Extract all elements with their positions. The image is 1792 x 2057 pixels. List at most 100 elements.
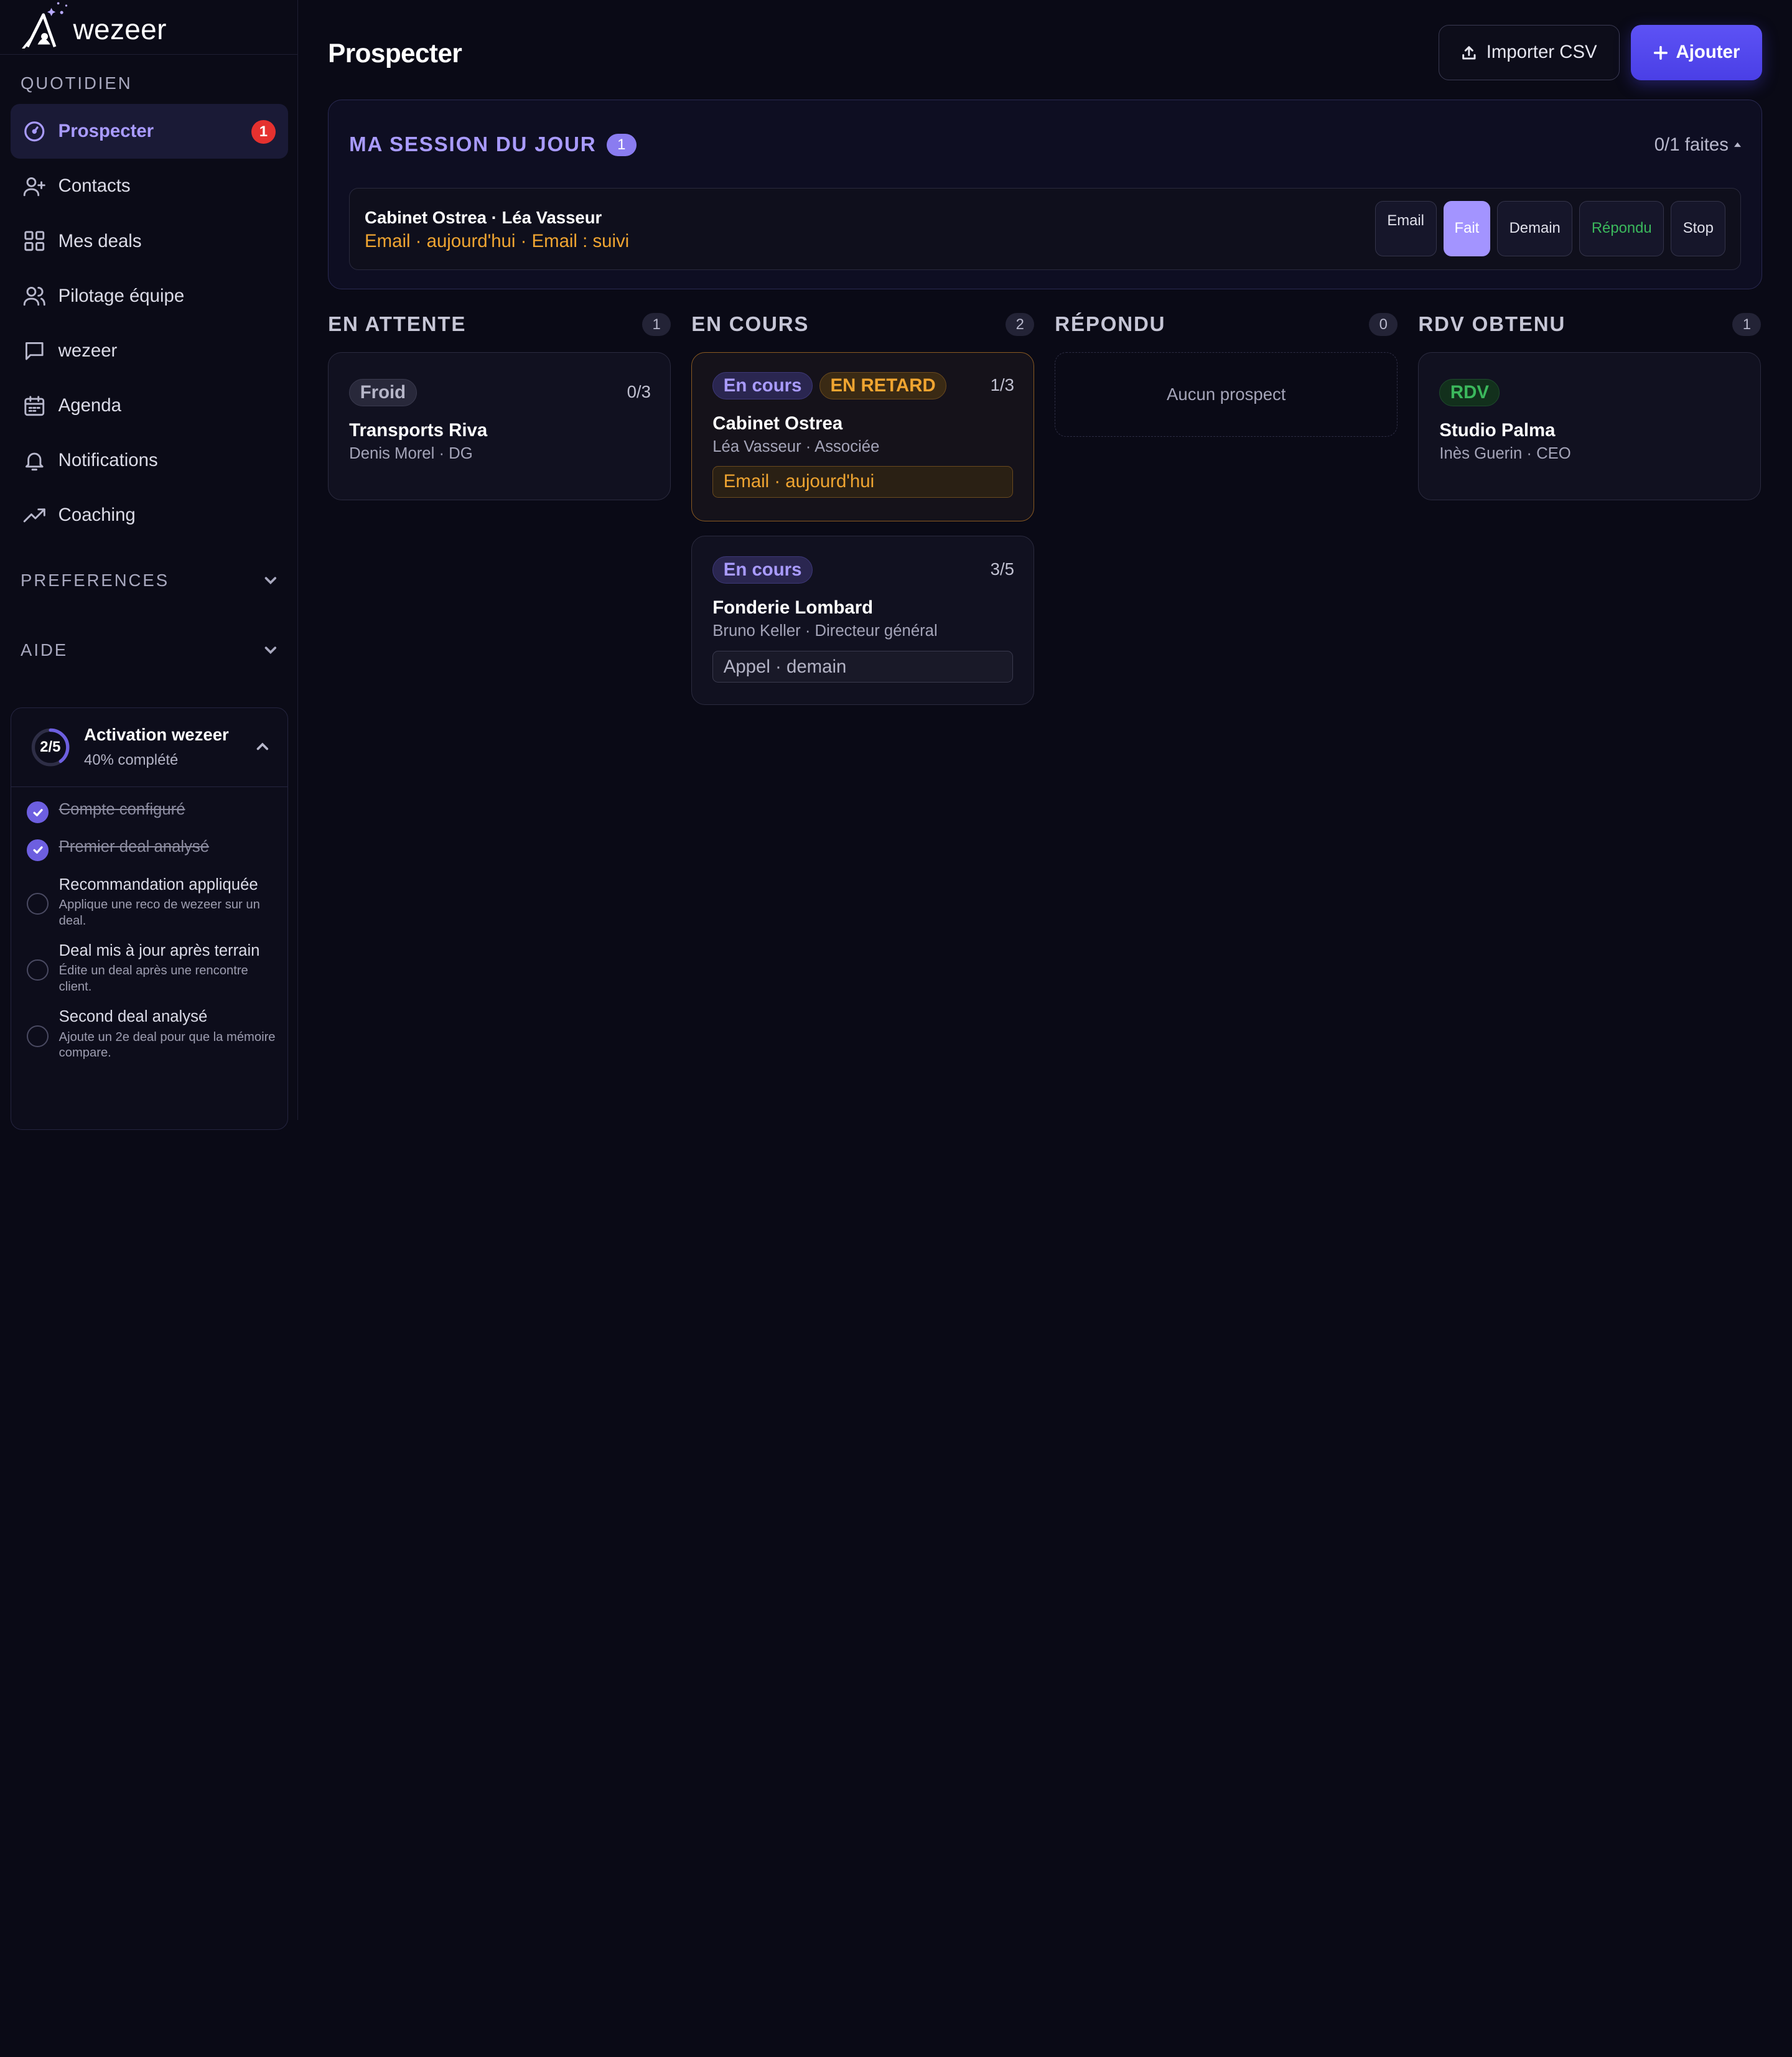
checklist-item[interactable]: Compte configuré [27, 801, 287, 824]
import-csv-label: Importer CSV [1486, 42, 1597, 63]
prospect-card-transports-riva[interactable]: Froid 0/3 Transports Riva Denis Morel · … [328, 352, 671, 501]
trending-up-icon [22, 503, 47, 528]
step-counter: 0/3 [627, 382, 651, 402]
empty-column-placeholder: Aucun prospect [1055, 352, 1398, 437]
column-header-rdv-obtenu: RDV OBTENU 1 [1418, 311, 1762, 338]
activation-subtitle: 40% complété [84, 752, 179, 769]
tomorrow-button[interactable]: Demain [1497, 201, 1573, 256]
brand-logo[interactable]: wezeer [0, 0, 298, 55]
checklist-item[interactable]: Second deal analysé Ajoute un 2e deal po… [27, 1008, 287, 1061]
sidebar-item-label: Pilotage équipe [58, 285, 185, 306]
empty-circle-icon [27, 1025, 49, 1047]
session-task-meta: Email · aujourd'hui · Email : suivi [365, 231, 630, 252]
email-button[interactable]: Email [1374, 201, 1437, 256]
activation-progress-ring: 2/5 [30, 727, 70, 767]
prospect-card-cabinet-ostrea[interactable]: En cours EN RETARD 1/3 Cabinet Ostrea Lé… [691, 352, 1035, 521]
activation-header[interactable]: 2/5 Activation wezeer 40% complété [11, 708, 287, 787]
grid-icon [22, 228, 47, 253]
brand-name: wezeer [73, 13, 167, 46]
sidebar-item-agenda[interactable]: Agenda [11, 378, 288, 433]
sidebar-item-notifications[interactable]: Notifications [11, 433, 288, 488]
activation-progress-text: 2/5 [40, 738, 61, 755]
daily-session-count[interactable]: 0/1 faites [1654, 134, 1742, 156]
sidebar-item-prospecter[interactable]: Prospecter 1 [10, 104, 288, 159]
chat-icon [22, 338, 47, 363]
status-tag-in-progress: En cours [712, 371, 813, 399]
chevron-down-icon [265, 577, 277, 585]
column-title: RDV OBTENU [1418, 312, 1566, 336]
add-label: Ajouter [1676, 42, 1740, 63]
calendar-icon [22, 393, 47, 418]
checklist-item-title: Compte configuré [58, 800, 185, 818]
daily-session-count-text: 0/1 faites [1654, 134, 1729, 155]
section-toggle-preferences[interactable]: PREFERENCES [0, 563, 298, 597]
import-csv-button[interactable]: Importer CSV [1439, 25, 1620, 80]
daily-session-badge: 1 [606, 133, 637, 157]
column-title: EN COURS [691, 312, 810, 336]
sidebar-item-mes-deals[interactable]: Mes deals [11, 213, 288, 268]
stop-button[interactable]: Stop [1671, 201, 1726, 256]
checklist-item[interactable]: Premier deal analysé [27, 838, 287, 861]
status-tag-in-progress: En cours [712, 556, 813, 584]
section-toggle-aide[interactable]: AIDE [0, 633, 298, 668]
checklist-item[interactable]: Recommandation appliquée Applique une re… [27, 876, 287, 930]
plus-icon [1653, 45, 1668, 60]
section-label-aide: AIDE [21, 640, 68, 660]
done-button[interactable]: Fait [1443, 201, 1491, 256]
empty-circle-icon [27, 959, 49, 981]
sidebar-item-contacts[interactable]: Contacts [11, 159, 288, 213]
user-plus-icon [22, 174, 47, 198]
daily-session-title-row: MA SESSION DU JOUR 1 [349, 133, 637, 157]
prospect-contact: Bruno Keller · Directeur général [712, 622, 938, 640]
bell-icon [22, 448, 47, 473]
column-title: RÉPONDU [1055, 312, 1166, 336]
sidebar-item-label: Mes deals [58, 230, 142, 251]
session-task-actions: Email Fait Demain Répondu Stop [1374, 201, 1726, 256]
checklist-item[interactable]: Deal mis à jour après terrain Édite un d… [27, 942, 287, 996]
prospect-company: Cabinet Ostrea [712, 413, 843, 434]
daily-session-panel: MA SESSION DU JOUR 1 0/1 faites Cabinet … [328, 99, 1763, 289]
daily-session-title: MA SESSION DU JOUR [349, 133, 597, 157]
prospect-contact: Léa Vasseur · Associée [712, 438, 880, 456]
prospect-card-studio-palma[interactable]: RDV Studio Palma Inès Guerin · CEO [1418, 352, 1762, 501]
main-content: Prospecter Importer CSV Ajouter MA SESSI… [298, 0, 1792, 1120]
add-button[interactable]: Ajouter [1630, 25, 1763, 80]
column-count: 0 [1369, 313, 1398, 336]
sidebar-item-coaching[interactable]: Coaching [11, 488, 288, 543]
sidebar-item-label: Prospecter [58, 121, 154, 142]
prospect-card-fonderie-lombard[interactable]: En cours 3/5 Fonderie Lombard Bruno Kell… [691, 536, 1035, 706]
users-icon [22, 283, 47, 308]
activation-checklist: Compte configuré Premier deal analysé Re… [11, 787, 287, 1061]
sidebar-item-wezeer[interactable]: wezeer [11, 324, 288, 378]
prospect-contact: Inès Guerin · CEO [1439, 445, 1571, 463]
sidebar-item-pilotage-equipe[interactable]: Pilotage équipe [11, 269, 288, 324]
column-header-en-attente: EN ATTENTE 1 [328, 311, 671, 338]
column-header-repondu: RÉPONDU 0 [1055, 311, 1398, 338]
checklist-item-desc: Ajoute un 2e deal pour que la mémoire co… [58, 1030, 276, 1060]
next-action[interactable]: Email · aujourd'hui [712, 465, 1014, 498]
status-tag-meeting: RDV [1439, 378, 1500, 407]
checklist-item-title: Deal mis à jour après terrain [58, 941, 260, 959]
step-counter: 1/3 [990, 375, 1014, 395]
activation-title: Activation wezeer [84, 725, 229, 745]
checklist-item-desc: Édite un deal après une rencontre client… [58, 964, 248, 994]
chevron-up-icon[interactable] [254, 739, 271, 755]
sidebar: wezeer QUOTIDIEN Prospecter 1 Contacts M… [0, 0, 299, 1131]
column-title: EN ATTENTE [328, 312, 467, 336]
checklist-item-desc: Applique une reco de wezeer sur un deal. [58, 898, 260, 928]
session-task-row[interactable]: Cabinet Ostrea · Léa Vasseur Email · auj… [349, 188, 1742, 271]
check-circle-icon [27, 801, 49, 824]
column-count: 1 [1732, 313, 1762, 336]
empty-circle-icon [27, 893, 49, 915]
prospect-company: Fonderie Lombard [712, 597, 874, 618]
column-count: 2 [1006, 313, 1035, 336]
sidebar-nav: Prospecter 1 Contacts Mes deals Pilotage… [10, 104, 288, 543]
session-task-name: Cabinet Ostrea · Léa Vasseur [365, 208, 602, 228]
section-label-daily: QUOTIDIEN [21, 73, 133, 93]
checklist-item-title: Premier deal analysé [58, 838, 210, 856]
activation-panel: 2/5 Activation wezeer 40% complété Compt… [10, 707, 288, 1131]
replied-button[interactable]: Répondu [1579, 201, 1664, 256]
app-root: wezeer QUOTIDIEN Prospecter 1 Contacts M… [0, 0, 1792, 1131]
step-counter: 3/5 [990, 559, 1014, 579]
next-action[interactable]: Appel · demain [712, 651, 1014, 683]
